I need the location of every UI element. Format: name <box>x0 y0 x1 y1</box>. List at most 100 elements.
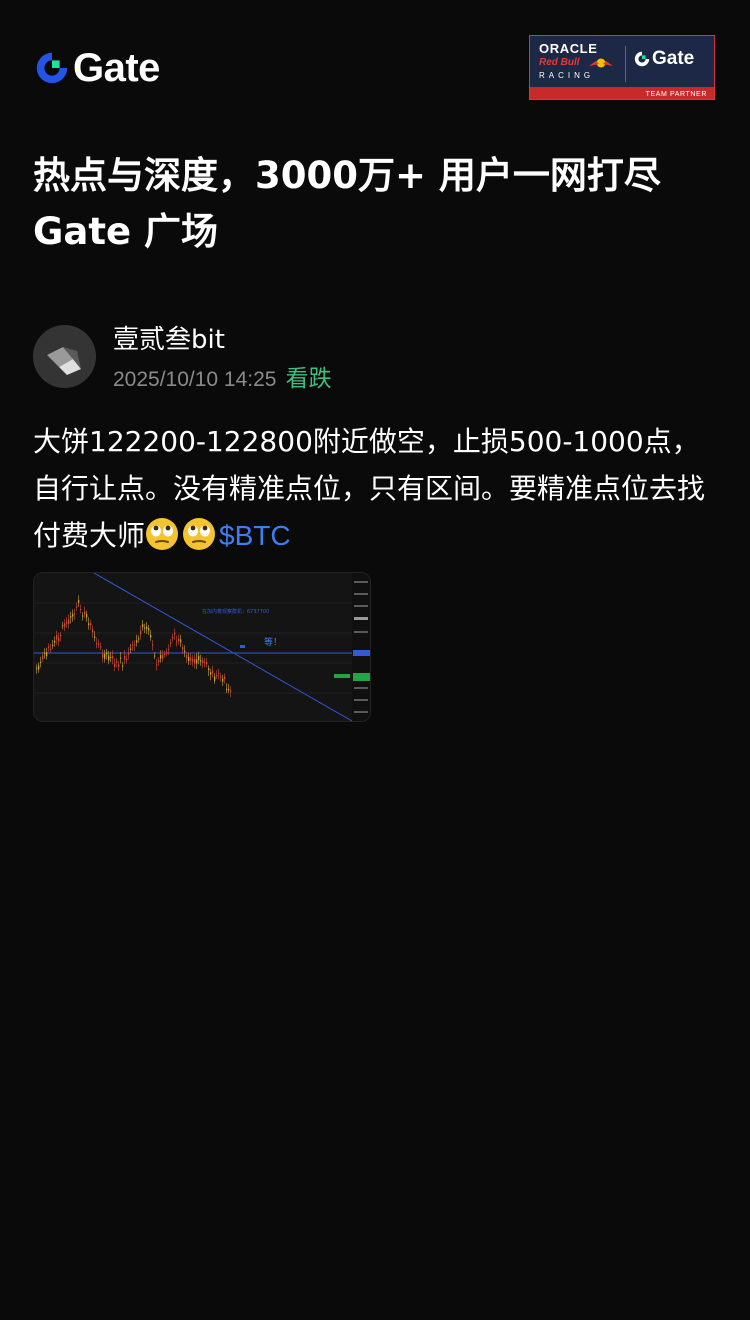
chart-watermark: 在加内着观察群机：6737700 <box>202 608 269 615</box>
candle-body <box>112 656 114 659</box>
candle-body <box>122 665 124 667</box>
candle-body <box>134 644 136 646</box>
candle-body <box>132 644 134 646</box>
gate-logo[interactable]: Gate <box>33 48 160 88</box>
candle-body <box>194 658 196 664</box>
post-meta: 2025/10/10 14:25 看跌 <box>113 363 332 397</box>
red-bull-emblem-icon <box>589 58 613 68</box>
candle-body <box>184 650 186 652</box>
candle-body <box>204 662 206 664</box>
candle-body <box>152 644 154 646</box>
candle-body <box>214 676 216 681</box>
candle-body <box>130 648 132 650</box>
candle-body <box>36 667 38 669</box>
candle-body <box>166 651 168 653</box>
candle-body <box>148 628 150 631</box>
candle-body <box>230 690 232 692</box>
chart-image: 等！ 在加内着观察群机：6737700 <box>34 573 370 721</box>
badge-gate-logo: Gate <box>633 49 694 69</box>
candle-body <box>40 661 42 663</box>
candle-body <box>80 609 82 611</box>
candle-body <box>106 652 108 655</box>
post-content: 大饼122200-122800附近做空，止损500-1000点，自行让点。没有精… <box>33 418 723 559</box>
candle-body <box>76 606 78 608</box>
candle-body <box>180 639 182 643</box>
candle-body <box>52 644 54 646</box>
avatar-image <box>33 325 96 388</box>
badge-strip: TEAM PARTNER <box>530 87 714 99</box>
candle-body <box>224 676 226 680</box>
candle-body <box>182 647 184 650</box>
gate-logo-icon <box>36 52 68 84</box>
candle-body <box>210 672 212 675</box>
gate-logo-icon <box>634 51 650 67</box>
candle-body <box>208 668 210 670</box>
candle-body <box>82 615 84 617</box>
candle-body <box>158 660 160 663</box>
candle-body <box>212 670 214 674</box>
candle-body <box>146 626 148 629</box>
candle-body <box>170 642 172 644</box>
candle-body <box>200 660 202 662</box>
candle-body <box>118 664 120 667</box>
ticker-link-btc[interactable]: $BTC <box>219 520 291 551</box>
candle-body <box>78 600 80 603</box>
team-partner-badge[interactable]: ORACLE Red Bull RACING Gate TEAM PARTNER <box>529 35 715 100</box>
candle-body <box>74 613 76 615</box>
candle-body <box>216 675 218 677</box>
candle-body <box>138 638 140 640</box>
candle-body <box>54 640 56 643</box>
chart-annotation: 等！ <box>264 636 282 648</box>
candle-body <box>190 658 192 661</box>
candle-body <box>150 634 152 638</box>
candle-body <box>206 662 208 665</box>
candle-body <box>172 637 174 639</box>
candle-body <box>114 663 116 667</box>
candle-body <box>228 688 230 691</box>
candle-body <box>140 630 142 635</box>
candle-body <box>86 614 88 618</box>
candle-body <box>64 623 66 627</box>
candle-body <box>90 623 92 626</box>
candle-body <box>142 624 144 628</box>
post-timestamp: 2025/10/10 14:25 <box>113 368 277 391</box>
rolling-eyes-emoji-icon <box>183 518 216 550</box>
candle-body <box>50 649 52 651</box>
candle-body <box>38 665 40 670</box>
header: Gate ORACLE Red Bull RACING Gate TEAM PA… <box>0 0 750 110</box>
logo-text: Gate <box>73 46 160 90</box>
candle-body <box>116 661 118 663</box>
candle-body <box>70 616 72 618</box>
candle-body <box>104 654 106 659</box>
chart-screenshot-thumbnail[interactable]: 等！ 在加内着观察群机：6737700 <box>33 572 371 722</box>
author-avatar[interactable] <box>33 325 96 388</box>
candle-body <box>102 653 104 658</box>
author-name[interactable]: 壹贰叁bit <box>113 322 225 358</box>
candle-body <box>110 656 112 658</box>
candle-body <box>218 672 220 674</box>
candle-body <box>108 655 110 661</box>
candle-body <box>160 655 162 659</box>
candle-body <box>100 646 102 648</box>
candle-body <box>94 636 96 638</box>
candle-body <box>192 658 194 662</box>
candle-body <box>98 643 100 645</box>
candle-body <box>56 635 58 640</box>
candle-body <box>84 611 86 615</box>
candle-body <box>174 632 176 635</box>
racing-text: RACING <box>539 71 595 80</box>
candle-body <box>46 652 48 657</box>
candle-body <box>92 629 94 633</box>
headline-line-2: Gate 广场 <box>33 210 218 253</box>
candle-body <box>96 643 98 645</box>
candle-body <box>136 640 138 643</box>
candle-body <box>48 646 50 648</box>
candle-body <box>186 655 188 659</box>
badge-gate-text: Gate <box>652 48 695 69</box>
candle-body <box>66 621 68 624</box>
page-headline: 热点与深度，3000万+ 用户一网打尽 Gate 广场 <box>33 148 723 260</box>
candle-body <box>162 654 164 659</box>
candle-body <box>220 676 222 678</box>
candle-body <box>222 678 224 682</box>
candle-body <box>178 638 180 642</box>
